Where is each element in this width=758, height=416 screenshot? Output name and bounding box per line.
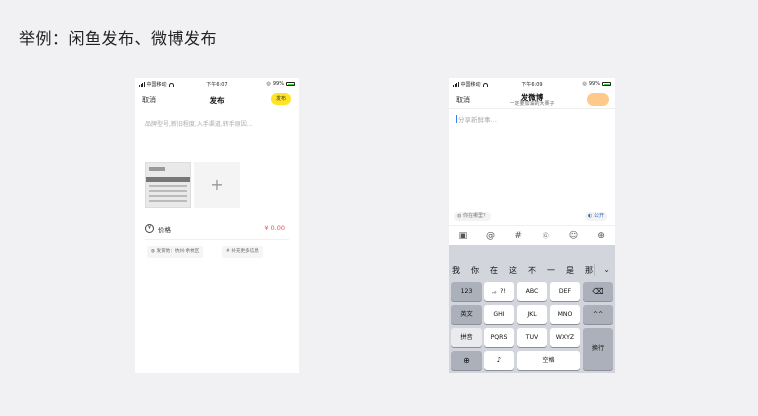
- divider: [449, 108, 615, 109]
- location-icon: ◍: [151, 249, 156, 254]
- hashtag-icon[interactable]: #: [511, 231, 525, 241]
- abc-key[interactable]: ABC: [517, 282, 547, 301]
- weibo-phone-screen: 中国移动 下午6:09 ◎ 99% 取消 发微博 一定要加油的大栗子 分享新鲜事…: [449, 78, 615, 373]
- ghi-key[interactable]: GHI: [484, 305, 514, 324]
- space-key[interactable]: 空格: [517, 351, 580, 370]
- emoticon-key[interactable]: ^^: [583, 305, 613, 324]
- battery-icon: [602, 82, 611, 86]
- price-label: 价格: [158, 226, 171, 234]
- candidate-bar: 我 你 在 这 不 一 是 那: [449, 262, 615, 278]
- microphone-icon[interactable]: ♪: [484, 351, 514, 370]
- slide-title: 举例：闲鱼发布、微博发布: [19, 29, 218, 48]
- mno-key[interactable]: MNO: [550, 305, 580, 324]
- image-icon[interactable]: ▣: [456, 231, 470, 241]
- description-input[interactable]: 品牌型号,新旧程度,入手渠道,转手原因…: [145, 119, 253, 128]
- punctuation-key[interactable]: ,。?!: [484, 282, 514, 301]
- visibility-button[interactable]: ◐ 公开: [585, 212, 607, 221]
- status-bar: 中国移动 下午6:07 ◎ 99%: [135, 81, 299, 89]
- price-value[interactable]: ¥ 0.00: [264, 224, 285, 232]
- lock-icon: ◎: [582, 81, 587, 87]
- battery-icon: [286, 82, 295, 86]
- candidate-word[interactable]: 我: [452, 265, 460, 276]
- send-button[interactable]: [587, 93, 609, 106]
- mention-icon[interactable]: @: [483, 231, 497, 241]
- def-key[interactable]: DEF: [550, 282, 580, 301]
- battery-percent: 99%: [588, 81, 600, 87]
- jkl-key[interactable]: JKL: [517, 305, 547, 324]
- photo-thumbnail[interactable]: [145, 162, 191, 208]
- nav-bar: 取消 发布 发布: [135, 92, 299, 106]
- divider: [145, 239, 289, 240]
- publish-button[interactable]: 发布: [271, 93, 291, 105]
- location-tag-label: 发货地：杭州·余杭区: [156, 249, 200, 254]
- more-info-tag[interactable]: # 补充更多信息: [222, 246, 263, 258]
- pqrs-key[interactable]: PQRS: [484, 328, 514, 347]
- pinyin-key[interactable]: 拼音: [451, 328, 482, 347]
- globe-icon[interactable]: ⊕: [451, 351, 482, 370]
- location-icon: ◍: [457, 213, 462, 219]
- english-key[interactable]: 英文: [451, 305, 482, 324]
- numbers-key[interactable]: 123: [451, 282, 482, 301]
- backspace-icon[interactable]: ⌫: [583, 282, 613, 301]
- candidate-word[interactable]: 你: [471, 265, 479, 276]
- globe-icon: ◐: [588, 213, 593, 219]
- location-button[interactable]: ◍ 你在哪里？: [454, 212, 491, 221]
- candidate-word[interactable]: 在: [490, 265, 498, 276]
- divider: [594, 264, 595, 276]
- xianyu-phone-screen: 中国移动 下午6:07 ◎ 99% 取消 发布 发布 品牌型号,新旧程度,入手渠…: [135, 78, 299, 373]
- add-photo-button[interactable]: +: [194, 162, 240, 208]
- location-tag[interactable]: ◍ 发货地：杭州·余杭区: [147, 246, 204, 258]
- candidate-word[interactable]: 一: [547, 265, 555, 276]
- return-key[interactable]: 换行: [583, 328, 613, 370]
- post-input-placeholder: 分享新鲜事…: [458, 116, 497, 124]
- status-bar: 中国移动 下午6:09 ◎ 99%: [449, 81, 615, 89]
- hashtag-icon: #: [226, 249, 230, 254]
- keyboard: 我 你 在 这 不 一 是 那 ⌄ 123 ,。?! ABC DEF ⌫ 英文 …: [449, 245, 615, 373]
- price-row[interactable]: ¥ 价格 ¥ 0.00: [145, 223, 289, 235]
- more-icon[interactable]: ⊕: [594, 231, 608, 241]
- emoji-icon[interactable]: ☺: [566, 231, 580, 241]
- visibility-label: 公开: [593, 213, 604, 219]
- candidate-word[interactable]: 这: [509, 265, 517, 276]
- chevron-down-icon[interactable]: ⌄: [603, 265, 610, 274]
- wxyz-key[interactable]: WXYZ: [550, 328, 580, 347]
- more-info-label: 补充更多信息: [231, 249, 259, 254]
- price-icon: ¥: [145, 224, 154, 233]
- candidate-word[interactable]: 那: [585, 265, 593, 276]
- compose-toolbar: ▣ @ # Ⓖ ☺ ⊕: [449, 225, 615, 245]
- text-caret: [456, 115, 457, 123]
- candidate-word[interactable]: 是: [566, 265, 574, 276]
- gif-icon[interactable]: Ⓖ: [539, 231, 553, 240]
- tuv-key[interactable]: TUV: [517, 328, 547, 347]
- battery-percent: 99%: [272, 81, 284, 87]
- location-label: 你在哪里？: [462, 213, 488, 219]
- candidate-word[interactable]: 不: [528, 265, 536, 276]
- lock-icon: ◎: [266, 81, 271, 87]
- post-input[interactable]: 分享新鲜事…: [456, 114, 497, 124]
